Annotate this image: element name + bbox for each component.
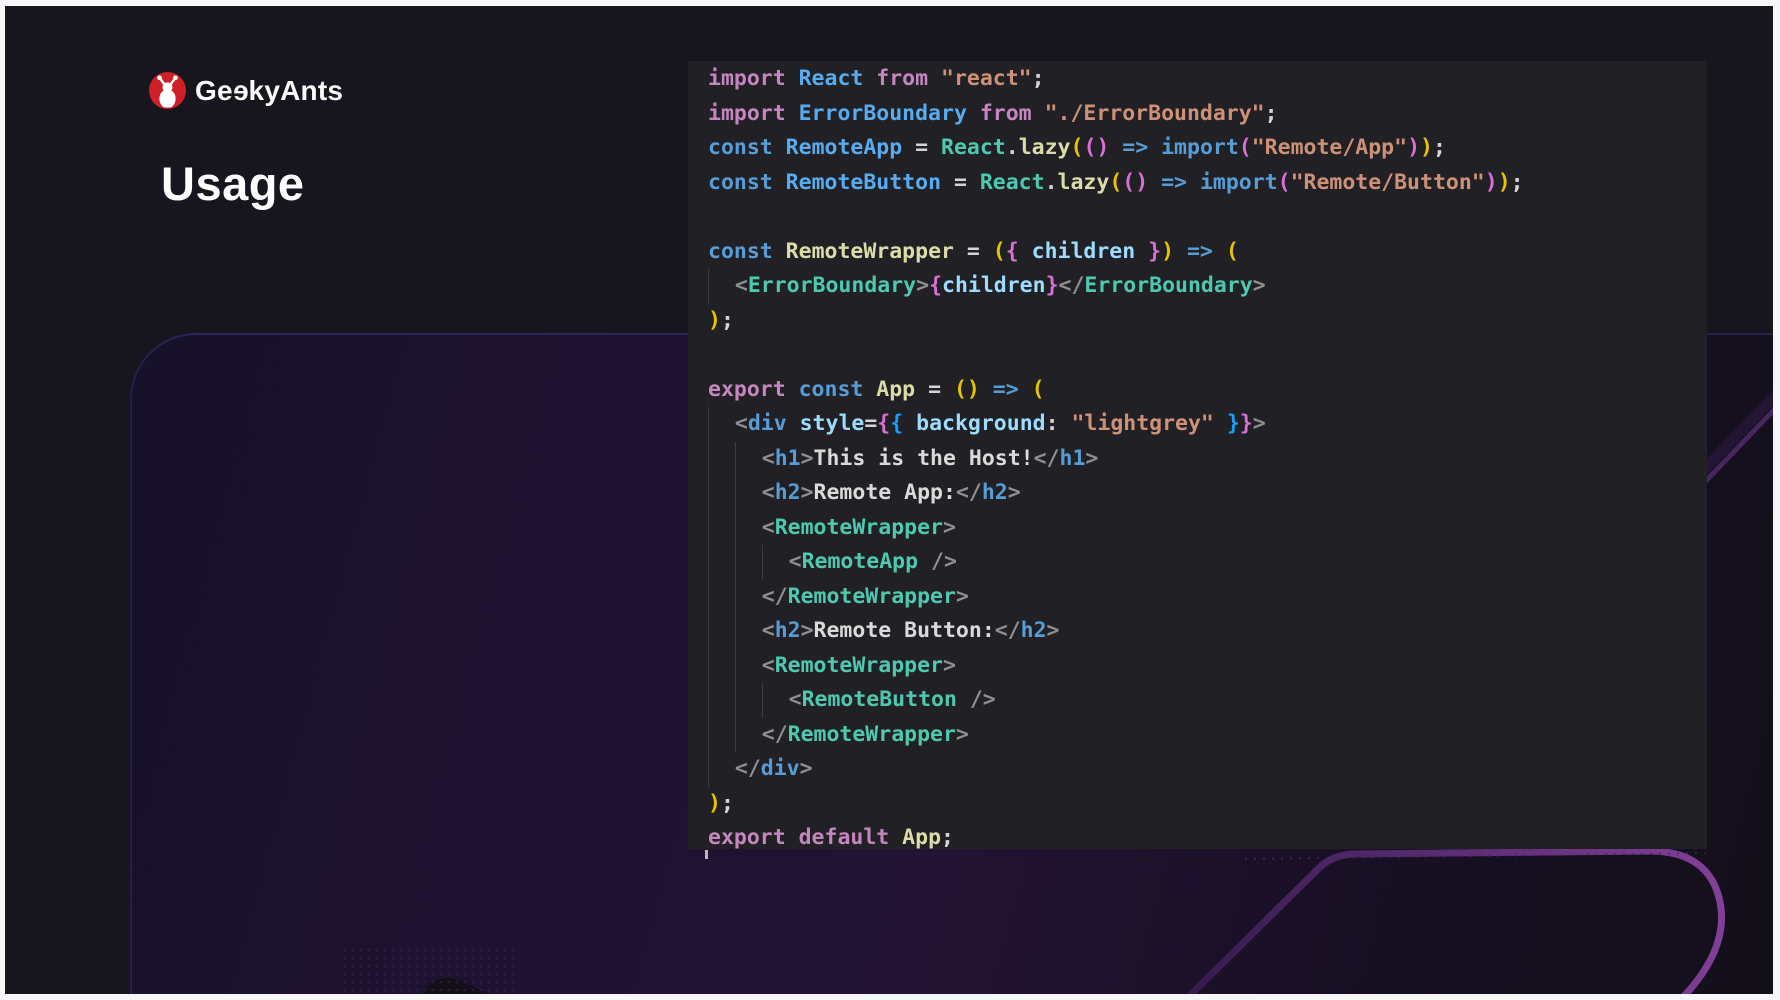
indent-guide — [735, 683, 762, 718]
code-line: </RemoteWrapper> — [708, 718, 1707, 753]
code-lines: import React from "react";import ErrorBo… — [708, 62, 1707, 849]
code-line: <h2>Remote Button:</h2> — [708, 614, 1707, 649]
indent-guide — [708, 269, 735, 304]
code-line: </div> — [708, 752, 1707, 787]
code-line: <RemoteWrapper> — [708, 649, 1707, 684]
brand-part2: kyAnts — [249, 75, 344, 107]
code-line: export default App; — [708, 821, 1707, 849]
code-line: import React from "react"; — [708, 62, 1707, 97]
indent-guide — [708, 511, 735, 546]
indent-guide — [735, 614, 762, 649]
page-title: Usage — [161, 156, 305, 211]
indent-guide — [735, 718, 762, 753]
indent-guide — [708, 476, 735, 511]
indent-guide — [708, 442, 735, 477]
code-line: ); — [708, 304, 1707, 339]
code-line: <RemoteButton /> — [708, 683, 1707, 718]
indent-guide — [735, 511, 762, 546]
code-line: const RemoteButton = React.lazy(() => im… — [708, 166, 1707, 201]
indent-guide — [735, 442, 762, 477]
brand-flipped-e: e — [233, 75, 249, 107]
code-line: const RemoteApp = React.lazy(() => impor… — [708, 131, 1707, 166]
code-line: export const App = () => ( — [708, 373, 1707, 408]
ant-icon — [149, 72, 186, 109]
indent-guide — [735, 476, 762, 511]
indent-guide — [708, 580, 735, 615]
code-line: <div style={{ background: "lightgrey" }}… — [708, 407, 1707, 442]
indent-guide — [708, 407, 735, 442]
dots-pattern — [341, 946, 516, 1000]
indent-guide — [708, 649, 735, 684]
code-line: <RemoteWrapper> — [708, 511, 1707, 546]
code-line: const RemoteWrapper = ({ children }) => … — [708, 235, 1707, 270]
code-line: <ErrorBoundary>{children}</ErrorBoundary… — [708, 269, 1707, 304]
geekyants-logo: GeekyAnts — [149, 72, 343, 109]
text-cursor — [705, 850, 708, 859]
code-line: <RemoteApp /> — [708, 545, 1707, 580]
code-line: ); — [708, 787, 1707, 822]
brand-text: GeekyAnts — [195, 75, 343, 107]
indent-guide — [708, 614, 735, 649]
code-line: import ErrorBoundary from "./ErrorBounda… — [708, 97, 1707, 132]
indent-guide — [735, 649, 762, 684]
indent-guide — [708, 683, 735, 718]
code-line: <h1>This is the Host!</h1> — [708, 442, 1707, 477]
code-block: import React from "react";import ErrorBo… — [688, 61, 1707, 849]
indent-guide — [762, 545, 789, 580]
indent-guide — [708, 718, 735, 753]
slide: GeekyAnts Usage import React from "react… — [0, 0, 1780, 1000]
code-line — [708, 338, 1707, 373]
indent-guide — [735, 545, 762, 580]
code-line: <h2>Remote App:</h2> — [708, 476, 1707, 511]
code-line — [708, 200, 1707, 235]
brand-part1: Ge — [195, 75, 233, 107]
code-line: </RemoteWrapper> — [708, 580, 1707, 615]
indent-guide — [708, 752, 735, 787]
indent-guide — [735, 580, 762, 615]
indent-guide — [708, 545, 735, 580]
indent-guide — [762, 683, 789, 718]
